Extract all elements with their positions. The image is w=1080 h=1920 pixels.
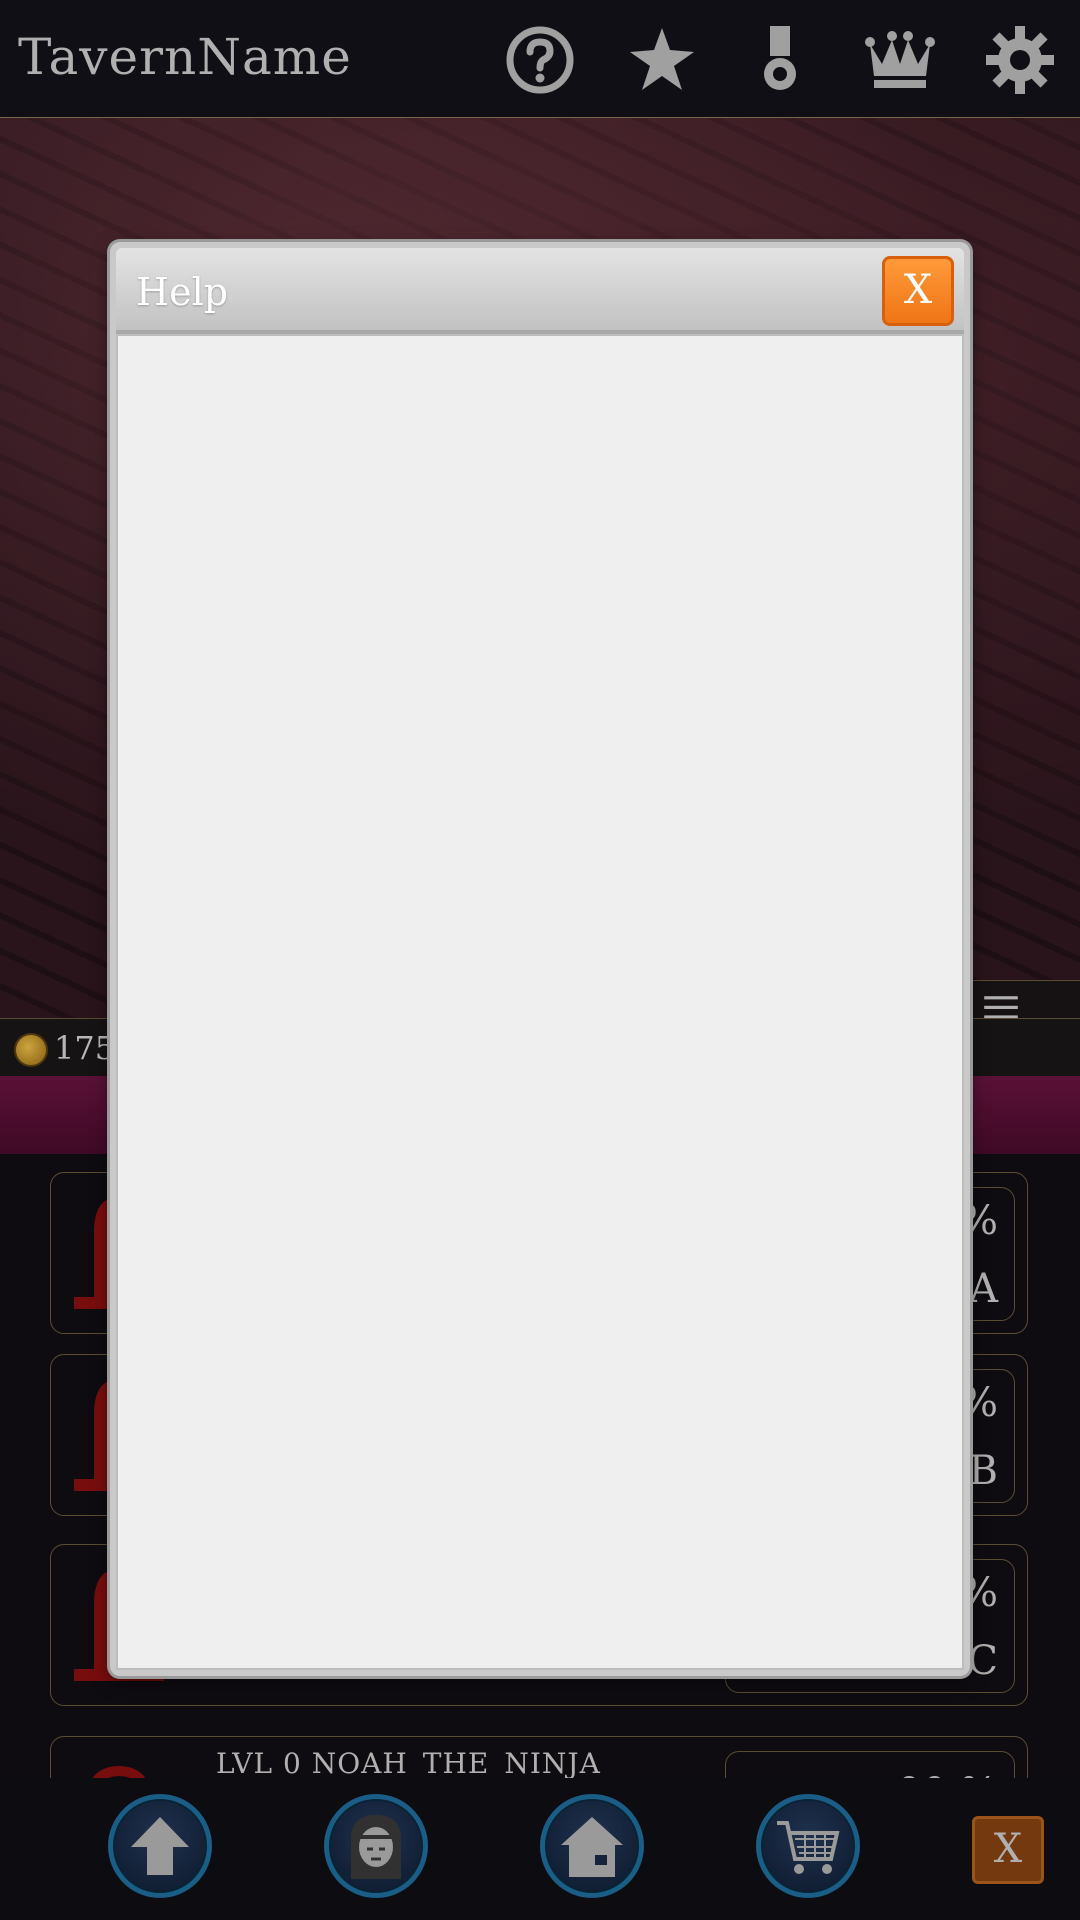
dialog-title: Help: [136, 270, 229, 314]
help-dialog: Help X: [110, 242, 970, 1676]
dialog-close-button[interactable]: X: [882, 256, 954, 326]
dialog-body: [116, 334, 964, 1670]
dialog-header: Help X: [116, 248, 964, 334]
